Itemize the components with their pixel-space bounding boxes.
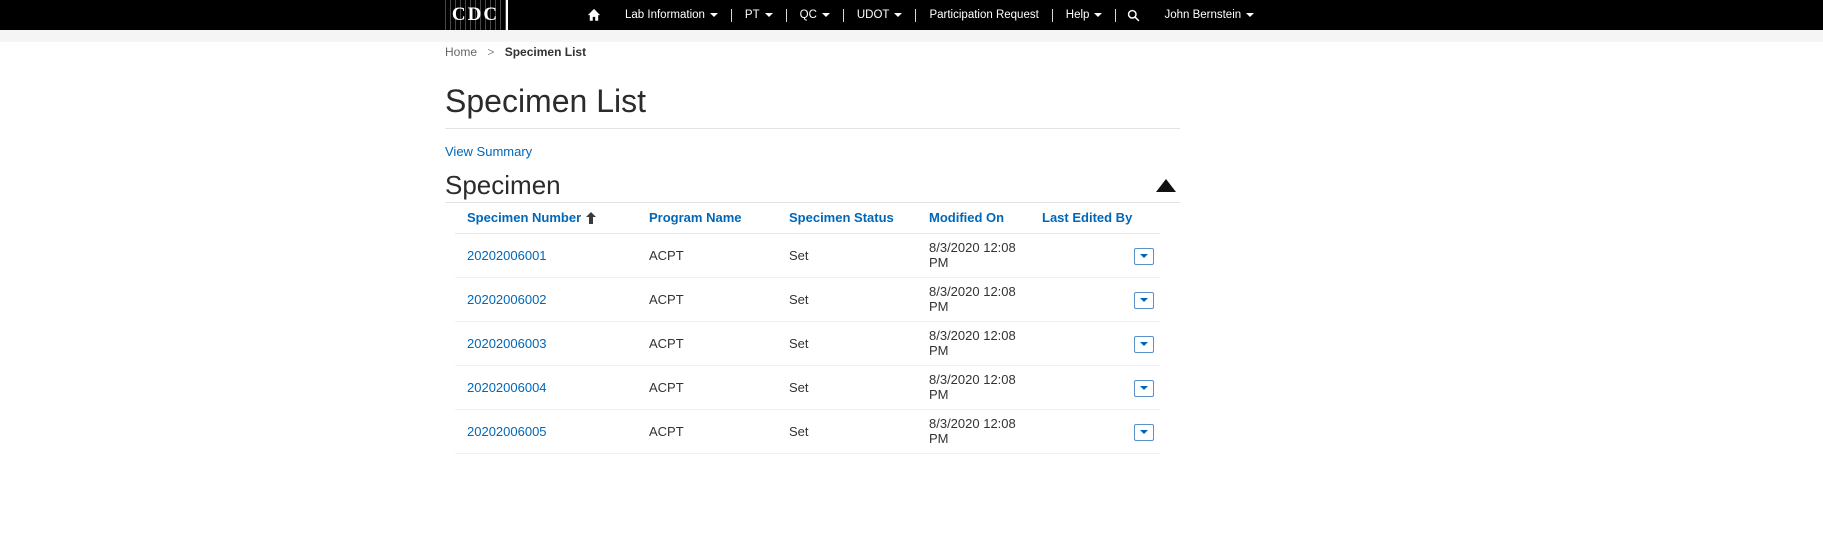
sort-ascending-icon (586, 212, 596, 224)
row-actions-dropdown-button[interactable] (1134, 380, 1154, 397)
column-header-last-edited-by[interactable]: Last Edited By (1042, 210, 1132, 225)
nav-item-label: QC (800, 9, 817, 21)
table-row: 20202006004 ACPT Set 8/3/2020 12:08 PM (455, 366, 1160, 410)
search-icon (1127, 9, 1140, 22)
nav-item-label: Help (1066, 9, 1090, 21)
column-header-specimen-status[interactable]: Specimen Status (789, 210, 894, 225)
nav-item-label: PT (745, 9, 760, 21)
last-edited-by-cell (1030, 322, 1128, 366)
column-label: Specimen Number (467, 210, 581, 225)
last-edited-by-cell (1030, 410, 1128, 454)
table-row: 20202006001 ACPT Set 8/3/2020 12:08 PM (455, 234, 1160, 278)
table-row: 20202006003 ACPT Set 8/3/2020 12:08 PM (455, 322, 1160, 366)
page-title: Specimen List (445, 83, 646, 120)
program-name-cell: ACPT (637, 410, 777, 454)
nav-item[interactable]: QC (787, 0, 843, 30)
breadcrumb-current: Specimen List (505, 45, 586, 59)
chevron-down-icon (1140, 386, 1148, 390)
row-actions-dropdown-button[interactable] (1134, 336, 1154, 353)
specimen-section-header: Specimen (445, 167, 1180, 203)
modified-on-cell: 8/3/2020 12:08 PM (917, 278, 1030, 322)
last-edited-by-cell (1030, 366, 1128, 410)
nav-menu: Lab Information PT QC UDOT Participation… (576, 0, 1267, 30)
specimen-table: Specimen Number Program Name Specimen St… (455, 204, 1160, 454)
program-name-cell: ACPT (637, 278, 777, 322)
chevron-down-icon (1246, 13, 1254, 17)
chevron-down-icon (1140, 254, 1148, 258)
specimen-number-link[interactable]: 20202006004 (467, 380, 547, 395)
chevron-down-icon (1140, 430, 1148, 434)
section-collapse-button[interactable] (1152, 177, 1180, 194)
table-row: 20202006002 ACPT Set 8/3/2020 12:08 PM (455, 278, 1160, 322)
row-actions-dropdown-button[interactable] (1134, 424, 1154, 441)
column-header-specimen-number[interactable]: Specimen Number (467, 210, 596, 225)
section-divider (445, 202, 1180, 203)
nav-item[interactable]: Participation Request (916, 0, 1051, 30)
nav-item-label: Lab Information (625, 9, 705, 21)
user-menu-button[interactable]: John Bernstein (1151, 0, 1267, 30)
chevron-down-icon (710, 13, 718, 17)
navbar-shadow-band (0, 30, 1823, 42)
chevron-down-icon (1140, 298, 1148, 302)
row-actions-dropdown-button[interactable] (1134, 248, 1154, 265)
nav-item-label: UDOT (857, 9, 890, 21)
table-row: 20202006005 ACPT Set 8/3/2020 12:08 PM (455, 410, 1160, 454)
cdc-logo-text: CDC (452, 4, 499, 26)
specimen-status-cell: Set (777, 322, 917, 366)
nav-item[interactable]: UDOT (844, 0, 916, 30)
section-title: Specimen (445, 170, 561, 201)
specimen-number-link[interactable]: 20202006001 (467, 248, 547, 263)
nav-item-label: Participation Request (929, 9, 1038, 21)
program-name-cell: ACPT (637, 234, 777, 278)
home-icon (587, 8, 601, 22)
specimen-number-link[interactable]: 20202006003 (467, 336, 547, 351)
user-name-label: John Bernstein (1164, 9, 1241, 21)
program-name-cell: ACPT (637, 322, 777, 366)
view-summary-link[interactable]: View Summary (445, 144, 532, 159)
triangle-up-icon (1156, 179, 1176, 192)
nav-item[interactable]: Help (1053, 0, 1116, 30)
specimen-number-link[interactable]: 20202006005 (467, 424, 547, 439)
modified-on-cell: 8/3/2020 12:08 PM (917, 234, 1030, 278)
modified-on-cell: 8/3/2020 12:08 PM (917, 366, 1030, 410)
modified-on-cell: 8/3/2020 12:08 PM (917, 410, 1030, 454)
chevron-down-icon (822, 13, 830, 17)
chevron-down-icon (894, 13, 902, 17)
table-header-row: Specimen Number Program Name Specimen St… (455, 204, 1160, 234)
navbar: CDC Lab Information PT QC UDOT (0, 0, 1823, 30)
title-divider (445, 128, 1180, 129)
nav-item[interactable]: PT (732, 0, 786, 30)
breadcrumb-home-link[interactable]: Home (445, 45, 477, 59)
modified-on-cell: 8/3/2020 12:08 PM (917, 322, 1030, 366)
specimen-status-cell: Set (777, 278, 917, 322)
breadcrumb: Home > Specimen List (445, 45, 586, 59)
specimen-number-link[interactable]: 20202006002 (467, 292, 547, 307)
row-actions-dropdown-button[interactable] (1134, 292, 1154, 309)
last-edited-by-cell (1030, 234, 1128, 278)
specimen-status-cell: Set (777, 410, 917, 454)
cdc-logo[interactable]: CDC (445, 0, 508, 30)
specimen-table-body: 20202006001 ACPT Set 8/3/2020 12:08 PM 2… (455, 234, 1160, 454)
nav-item[interactable]: Lab Information (612, 0, 731, 30)
specimen-status-cell: Set (777, 234, 917, 278)
breadcrumb-separator: > (487, 45, 494, 59)
column-header-actions (1128, 204, 1160, 234)
search-button[interactable] (1116, 0, 1151, 30)
column-header-program-name[interactable]: Program Name (649, 210, 741, 225)
last-edited-by-cell (1030, 278, 1128, 322)
chevron-down-icon (1094, 13, 1102, 17)
home-button[interactable] (576, 0, 612, 30)
program-name-cell: ACPT (637, 366, 777, 410)
chevron-down-icon (1140, 342, 1148, 346)
specimen-status-cell: Set (777, 366, 917, 410)
chevron-down-icon (765, 13, 773, 17)
column-header-modified-on[interactable]: Modified On (929, 210, 1004, 225)
